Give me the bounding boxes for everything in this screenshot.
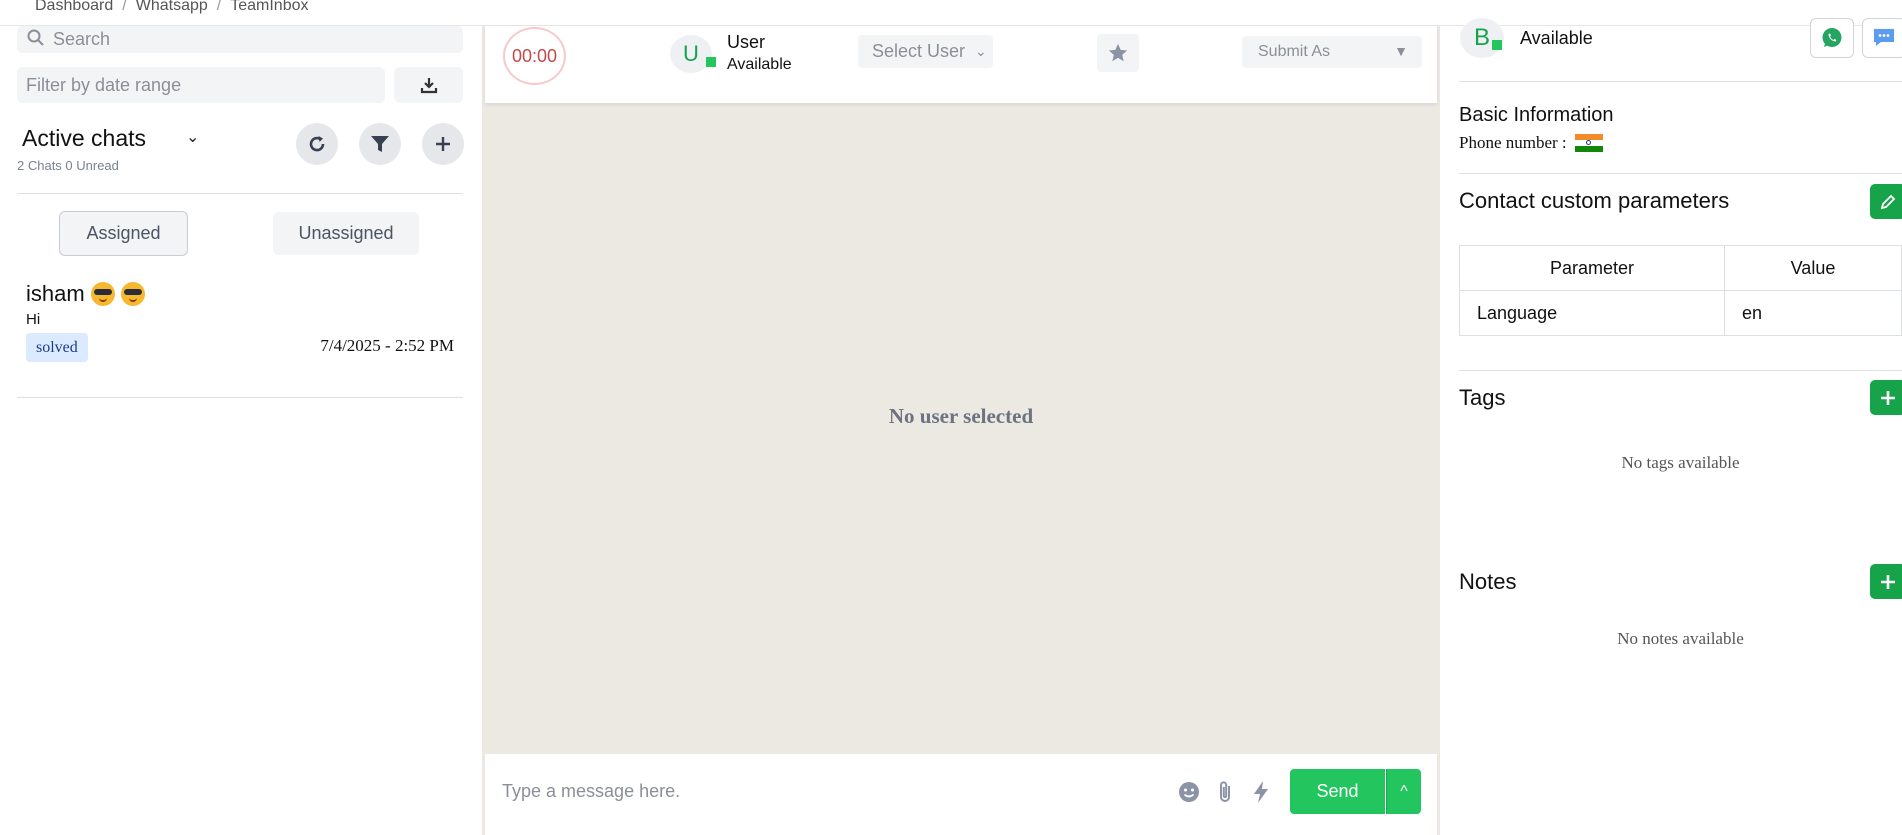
submit-as-select[interactable]: Submit As ▼ [1242, 36, 1422, 68]
contact-status: Available [1520, 28, 1593, 48]
agent-name: User [727, 32, 766, 52]
tags-empty-message: No tags available [1621, 453, 1740, 472]
table-row: Language en [1459, 290, 1902, 336]
custom-parameters-title: Contact custom parameters [1459, 188, 1730, 213]
filter-icon [371, 136, 389, 152]
paperclip-icon [1220, 781, 1230, 802]
attach-button[interactable] [1212, 779, 1238, 805]
conversation-panel: 00:00 U User Available Select User ⌄ Sub… [482, 26, 1440, 835]
chat-list-item[interactable]: isham Hi solved 7/4/2025 - 2:52 PM [17, 281, 463, 362]
avatar: B [1460, 18, 1504, 58]
breadcrumb-dashboard[interactable]: Dashboard [35, 0, 113, 14]
contact-details-panel: B Available Basic Information Phone numb… [1442, 18, 1902, 835]
chevron-down-icon: ⌄ [975, 43, 987, 59]
send-button[interactable]: Send [1290, 769, 1385, 814]
conversation-header: 00:00 U User Available Select User ⌄ Sub… [485, 26, 1437, 103]
download-button[interactable] [394, 67, 463, 103]
session-timer: 00:00 [503, 27, 566, 85]
divider [17, 193, 463, 194]
message-button[interactable] [1862, 18, 1902, 58]
chevron-down-icon: ⌄ [186, 128, 200, 146]
tags-title: Tags [1459, 385, 1506, 410]
quick-reply-button[interactable] [1248, 779, 1274, 805]
table-cell: en [1724, 290, 1902, 336]
plus-icon [436, 137, 450, 151]
avatar: U [670, 35, 716, 73]
parameters-table: Parameter Value Language en [1459, 245, 1902, 336]
table-header-row: Parameter Value [1459, 245, 1902, 291]
divider [1459, 173, 1902, 174]
basic-information-title: Basic Information [1459, 104, 1614, 126]
search-icon [27, 29, 44, 46]
edit-icon [1880, 194, 1896, 209]
chat-contact-name: isham [26, 281, 145, 307]
notes-empty-message: No notes available [1617, 629, 1744, 648]
plus-icon [1881, 390, 1895, 405]
online-status-dot [1492, 40, 1502, 50]
table-header: Parameter [1459, 245, 1725, 291]
breadcrumb: Dashboard / Whatsapp / TeamInbox [35, 0, 309, 15]
sunglasses-emoji-icon [90, 282, 115, 306]
search-box [17, 26, 463, 53]
download-icon [420, 78, 437, 94]
active-chats-dropdown[interactable]: Active chats ⌄ [22, 125, 199, 152]
chats-count: 2 Chats 0 Unread [17, 158, 119, 173]
whatsapp-button[interactable] [1810, 18, 1854, 58]
empty-conversation-message: No user selected [888, 404, 1034, 428]
star-icon [1108, 43, 1128, 62]
send-options-button[interactable]: ^ [1386, 769, 1421, 814]
top-bar: Dashboard / Whatsapp / TeamInbox [0, 0, 1902, 26]
whatsapp-icon [1822, 28, 1842, 47]
online-status-dot [706, 57, 716, 67]
chat-timestamp: 7/4/2025 - 2:52 PM [320, 336, 454, 355]
sunglasses-emoji-icon [120, 282, 145, 306]
phone-number: Phone number : [1459, 133, 1603, 153]
active-chats-title: Active chats [22, 125, 146, 151]
add-tag-button[interactable] [1870, 380, 1902, 415]
add-chat-button[interactable] [422, 123, 464, 165]
table-header: Value [1724, 245, 1902, 291]
refresh-button[interactable] [296, 123, 338, 165]
table-cell: Language [1459, 290, 1725, 336]
select-user-dropdown[interactable]: Select User ⌄ [858, 35, 993, 68]
emoji-icon [1179, 782, 1199, 802]
breadcrumb-teaminbox: TeamInbox [230, 0, 309, 14]
breadcrumb-whatsapp[interactable]: Whatsapp [136, 0, 208, 14]
divider [1459, 370, 1902, 371]
notes-title: Notes [1459, 569, 1517, 594]
status-badge: solved [26, 333, 88, 362]
message-input[interactable] [502, 774, 1142, 808]
filter-button[interactable] [359, 123, 401, 165]
lightning-icon [1254, 781, 1268, 803]
search-input[interactable] [53, 26, 453, 53]
tab-unassigned[interactable]: Unassigned [273, 212, 419, 255]
divider [17, 397, 463, 398]
caret-down-icon: ▼ [1394, 43, 1408, 59]
chat-bubble-icon [1874, 29, 1894, 46]
tab-assigned[interactable]: Assigned [59, 211, 188, 256]
message-composer: Send ^ [485, 754, 1437, 835]
emoji-button[interactable] [1176, 779, 1202, 805]
india-flag-icon [1574, 133, 1603, 153]
chat-last-message: Hi [26, 311, 41, 328]
star-button[interactable] [1097, 34, 1139, 72]
refresh-icon [309, 136, 325, 152]
divider [1459, 81, 1902, 82]
chat-list-panel: Active chats ⌄ 2 Chats 0 Unread Assigned… [0, 26, 480, 835]
plus-icon [1881, 574, 1895, 589]
agent-status: Available [727, 56, 792, 73]
date-range-filter [17, 67, 385, 103]
date-range-input[interactable] [26, 67, 376, 103]
add-note-button[interactable] [1870, 564, 1902, 599]
edit-parameters-button[interactable] [1870, 184, 1902, 219]
